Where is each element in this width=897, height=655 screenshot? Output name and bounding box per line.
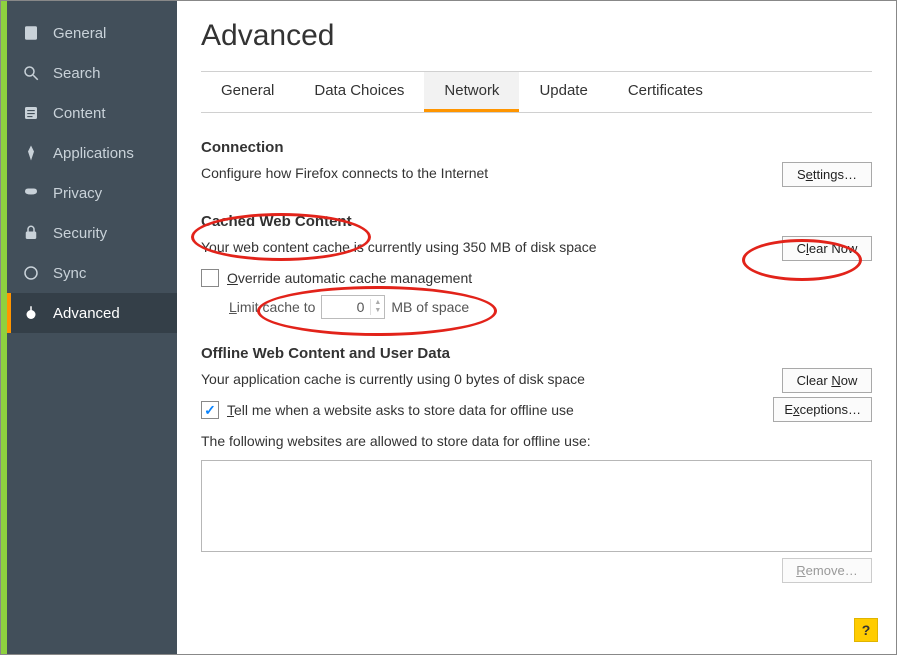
- page-title: Advanced: [201, 19, 872, 53]
- content-icon: [21, 103, 41, 123]
- clear-now-offline-button[interactable]: Clear Now: [782, 368, 872, 393]
- cached-desc: Your web content cache is currently usin…: [201, 236, 597, 258]
- btn-post: ear Now: [809, 241, 857, 256]
- main-panel: Advanced General Data Choices Network Up…: [177, 1, 896, 654]
- btn-post: ow: [841, 373, 858, 388]
- lbl-u: T: [227, 402, 234, 418]
- tell-me-label[interactable]: Tell me when a website asks to store dat…: [227, 402, 574, 418]
- exceptions-button[interactable]: Exceptions…: [773, 397, 872, 422]
- settings-button[interactable]: Settings…: [782, 162, 872, 187]
- tell-me-checkbox[interactable]: [201, 401, 219, 419]
- general-icon: [21, 23, 41, 43]
- sidebar-item-content[interactable]: Content: [7, 93, 177, 133]
- sidebar-item-label: Search: [53, 65, 101, 82]
- offline-section: Offline Web Content and User Data Your a…: [201, 345, 872, 583]
- limit-label: Limit cache to: [229, 299, 315, 315]
- tabstrip: General Data Choices Network Update Cert…: [201, 71, 872, 113]
- limit-cache-input[interactable]: 0 ▲▼: [321, 295, 385, 319]
- tab-label: Data Choices: [314, 82, 404, 99]
- applications-icon: [21, 143, 41, 163]
- tab-certificates[interactable]: Certificates: [608, 72, 723, 112]
- sidebar-item-security[interactable]: Security: [7, 213, 177, 253]
- tab-general[interactable]: General: [201, 72, 294, 112]
- btn-post: emove…: [806, 563, 858, 578]
- offline-sites-list[interactable]: [201, 460, 872, 552]
- tab-label: Certificates: [628, 82, 703, 99]
- connection-section: Connection Configure how Firefox connect…: [201, 139, 872, 187]
- lbl-u: O: [227, 270, 238, 286]
- btn-pre: Clear: [797, 373, 832, 388]
- sidebar-item-privacy[interactable]: Privacy: [7, 173, 177, 213]
- btn-u: R: [796, 563, 805, 578]
- btn-pre: C: [797, 241, 806, 256]
- lbl-u: L: [229, 299, 237, 315]
- sidebar-item-applications[interactable]: Applications: [7, 133, 177, 173]
- advanced-icon: [21, 303, 41, 323]
- sidebar-item-search[interactable]: Search: [7, 53, 177, 93]
- sidebar-item-sync[interactable]: Sync: [7, 253, 177, 293]
- spinner-icon[interactable]: ▲▼: [370, 299, 384, 316]
- sidebar-item-label: Advanced: [53, 305, 120, 322]
- offline-heading: Offline Web Content and User Data: [201, 345, 872, 362]
- limit-value: 0: [322, 299, 370, 315]
- remove-button: Remove…: [782, 558, 872, 583]
- override-cache-row: Override automatic cache management: [201, 269, 872, 287]
- privacy-icon: [21, 183, 41, 203]
- security-icon: [21, 223, 41, 243]
- override-cache-label[interactable]: Override automatic cache management: [227, 270, 472, 286]
- tab-label: Update: [539, 82, 587, 99]
- lbl-post: imit cache to: [237, 299, 316, 315]
- sidebar: General Search Content Applications Priv…: [7, 1, 177, 654]
- cached-heading: Cached Web Content: [201, 213, 872, 230]
- btn-pre: E: [784, 402, 793, 417]
- btn-post: ceptions…: [800, 402, 861, 417]
- tab-update[interactable]: Update: [519, 72, 607, 112]
- btn-label-u: e: [806, 167, 813, 182]
- sidebar-item-advanced[interactable]: Advanced: [7, 293, 177, 333]
- connection-heading: Connection: [201, 139, 872, 156]
- sidebar-item-general[interactable]: General: [7, 13, 177, 53]
- help-button[interactable]: ?: [854, 618, 878, 642]
- help-label: ?: [862, 622, 871, 638]
- sidebar-item-label: Privacy: [53, 185, 102, 202]
- sidebar-item-label: Applications: [53, 145, 134, 162]
- btn-label-post: ttings…: [813, 167, 857, 182]
- limit-suffix: MB of space: [391, 299, 469, 315]
- sidebar-item-label: General: [53, 25, 106, 42]
- btn-u: N: [831, 373, 840, 388]
- offline-desc: Your application cache is currently usin…: [201, 368, 585, 390]
- override-cache-checkbox[interactable]: [201, 269, 219, 287]
- sidebar-item-label: Content: [53, 105, 106, 122]
- connection-desc: Configure how Firefox connects to the In…: [201, 162, 488, 184]
- sidebar-item-label: Sync: [53, 265, 86, 282]
- cached-section: Cached Web Content Your web content cach…: [201, 213, 872, 319]
- limit-cache-row: Limit cache to 0 ▲▼ MB of space: [229, 295, 872, 319]
- tab-network[interactable]: Network: [424, 72, 519, 112]
- sync-icon: [21, 263, 41, 283]
- search-icon: [21, 63, 41, 83]
- clear-now-cache-button[interactable]: Clear Now: [782, 236, 872, 261]
- btn-label-pre: S: [797, 167, 806, 182]
- tab-label: Network: [444, 82, 499, 99]
- lbl-post: ell me when a website asks to store data…: [234, 402, 574, 418]
- tab-label: General: [221, 82, 274, 99]
- following-desc: The following websites are allowed to st…: [201, 430, 872, 452]
- preferences-window: General Search Content Applications Priv…: [0, 0, 897, 655]
- lbl-post: verride automatic cache management: [238, 270, 472, 286]
- tab-data-choices[interactable]: Data Choices: [294, 72, 424, 112]
- sidebar-item-label: Security: [53, 225, 107, 242]
